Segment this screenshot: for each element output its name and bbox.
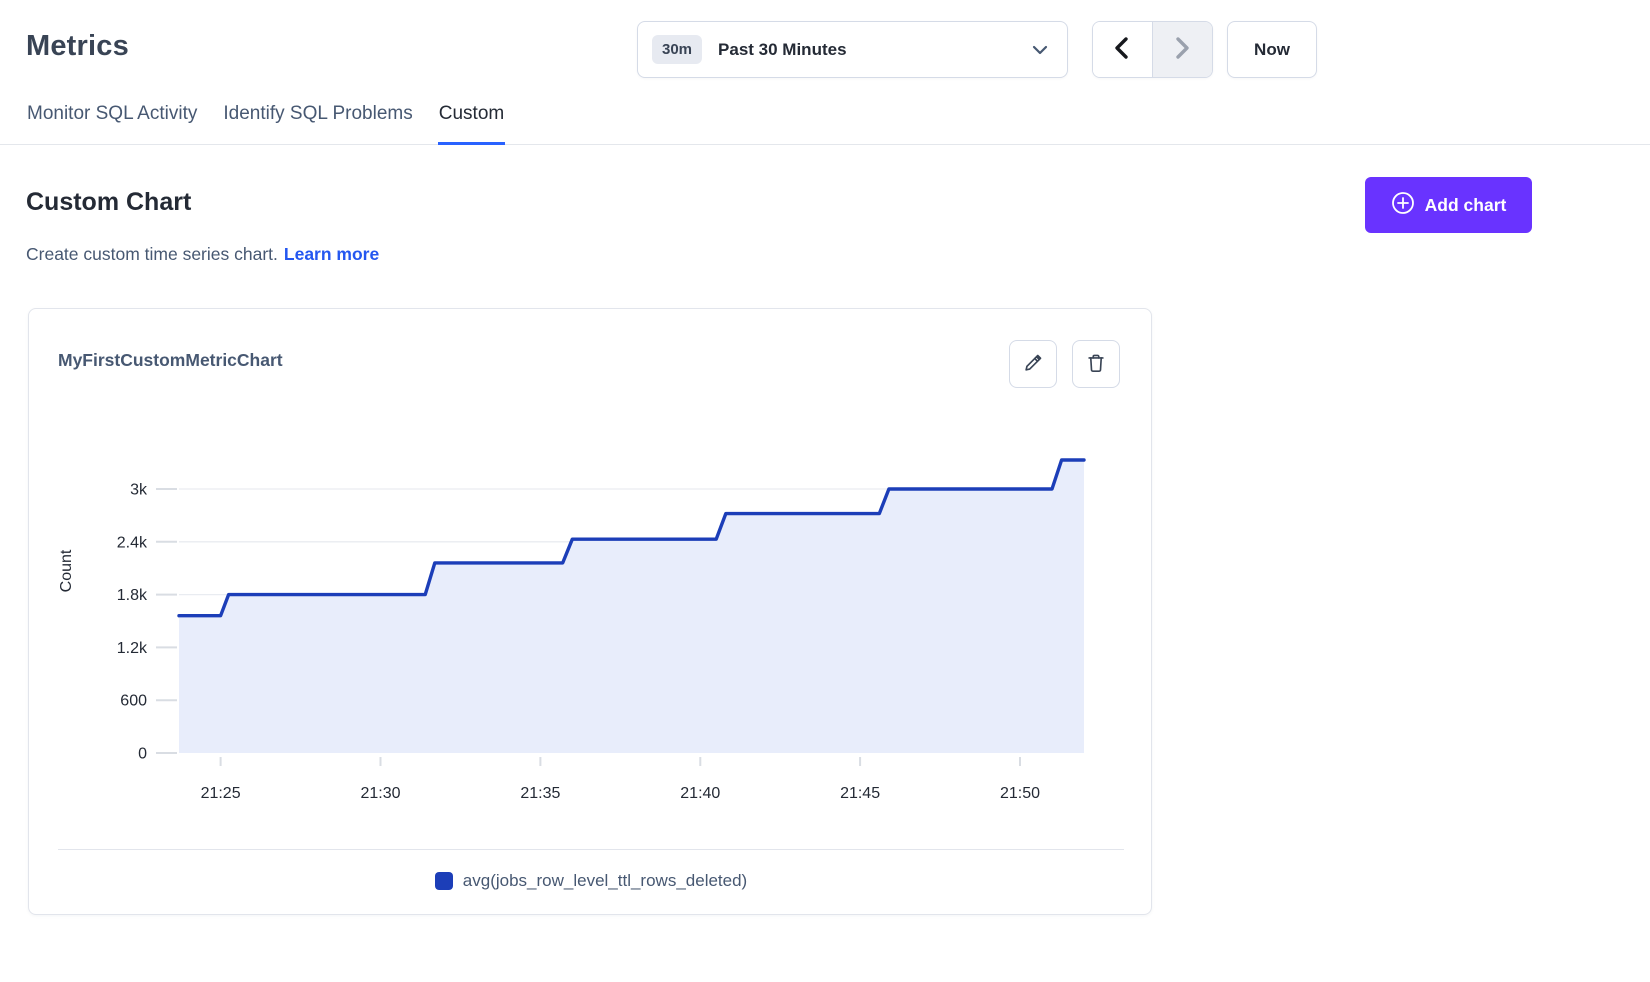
svg-text:600: 600	[120, 693, 147, 710]
svg-text:2.4k: 2.4k	[117, 534, 148, 551]
section-heading: Custom Chart	[26, 188, 191, 217]
svg-text:21:30: 21:30	[360, 785, 400, 802]
time-nav-group	[1092, 21, 1213, 78]
chevron-left-icon	[1112, 36, 1132, 63]
add-chart-button[interactable]: Add chart	[1365, 177, 1532, 233]
tabs: Monitor SQL Activity Identify SQL Problem…	[0, 103, 1650, 145]
legend-label: avg(jobs_row_level_ttl_rows_deleted)	[463, 871, 747, 891]
tab-identify-sql-problems[interactable]: Identify SQL Problems	[222, 103, 413, 145]
section-description: Create custom time series chart. Learn mo…	[26, 244, 379, 265]
svg-text:21:25: 21:25	[201, 785, 241, 802]
svg-text:21:40: 21:40	[680, 785, 720, 802]
time-forward-button[interactable]	[1153, 22, 1212, 77]
tab-custom[interactable]: Custom	[438, 103, 505, 145]
svg-text:0: 0	[138, 746, 147, 763]
metrics-page: Metrics 30m Past 30 Minutes Now Monitor …	[0, 0, 1650, 982]
learn-more-link[interactable]: Learn more	[284, 244, 379, 264]
legend-divider	[58, 849, 1124, 850]
tab-monitor-sql-activity[interactable]: Monitor SQL Activity	[26, 103, 198, 145]
time-range-badge: 30m	[652, 35, 702, 64]
section-description-text: Create custom time series chart.	[26, 244, 278, 264]
now-button[interactable]: Now	[1227, 21, 1317, 78]
add-chart-label: Add chart	[1425, 195, 1507, 216]
chevron-down-icon	[1031, 43, 1049, 57]
plus-circle-icon	[1391, 191, 1415, 220]
legend-swatch	[435, 872, 453, 890]
chart-legend[interactable]: avg(jobs_row_level_ttl_rows_deleted)	[29, 871, 1153, 891]
svg-text:1.8k: 1.8k	[117, 587, 148, 604]
svg-text:21:45: 21:45	[840, 785, 880, 802]
svg-text:3k: 3k	[130, 482, 148, 499]
svg-text:21:35: 21:35	[520, 785, 560, 802]
page-title: Metrics	[26, 30, 129, 63]
time-range-label: Past 30 Minutes	[718, 40, 1031, 60]
svg-text:1.2k: 1.2k	[117, 640, 148, 657]
time-back-button[interactable]	[1093, 22, 1153, 77]
metric-chart-svg[interactable]: 0 600 1.2k 1.8k 2.4k 3k 21:25 21:30 21:35 21:40 21…	[29, 309, 1153, 829]
chevron-right-icon	[1172, 36, 1192, 63]
custom-chart-card: MyFirstCustomMetricChart 06001.2k1.8k2.4…	[28, 308, 1152, 915]
time-range-dropdown[interactable]: 30m Past 30 Minutes	[637, 21, 1068, 78]
svg-text:21:50: 21:50	[1000, 785, 1040, 802]
svg-text:Count: Count	[58, 549, 75, 592]
